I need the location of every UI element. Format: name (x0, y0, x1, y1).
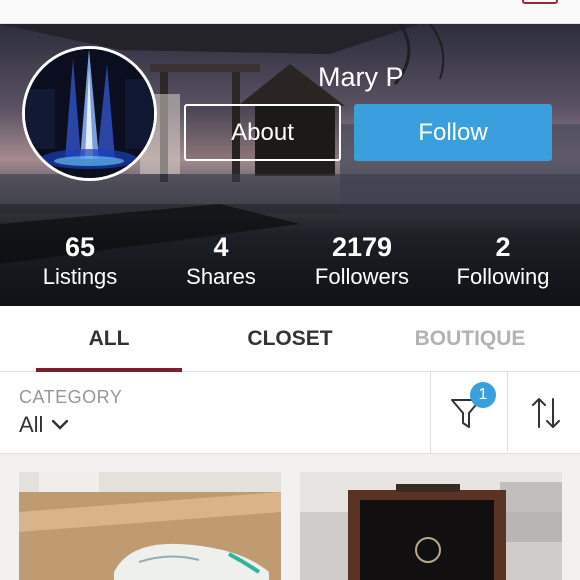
profile-cover: Mary P About Follow 65 Listings 4 Shares… (0, 24, 580, 306)
stat-following[interactable]: 2 Following (433, 232, 573, 291)
filter-count-badge: 1 (470, 382, 496, 408)
stat-label: Following (456, 264, 550, 289)
tab-closet[interactable]: CLOSET (215, 306, 365, 372)
filter-bar: CATEGORY All 1 (0, 372, 580, 454)
stat-value: 65 (64, 232, 96, 262)
stat-followers[interactable]: 2179 Followers (292, 232, 432, 291)
listing-grid (0, 454, 580, 580)
listing-photo (300, 472, 562, 580)
chevron-down-icon (52, 419, 69, 430)
stat-value: 2179 (331, 232, 393, 262)
tab-all[interactable]: ALL (36, 306, 182, 372)
top-bar (0, 0, 580, 24)
listing-photo (19, 472, 281, 580)
category-dropdown[interactable]: All (19, 412, 69, 438)
stat-label: Followers (314, 264, 410, 289)
profile-name: Mary P (318, 62, 404, 92)
divider (507, 372, 508, 454)
follow-button[interactable]: Follow (354, 104, 552, 161)
listing-card[interactable] (300, 472, 562, 580)
closet-tabs: ALL CLOSET BOUTIQUE (0, 306, 580, 372)
listing-card[interactable] (19, 472, 281, 580)
divider (430, 372, 431, 454)
category-label: CATEGORY (19, 387, 123, 407)
stat-value: 2 (495, 232, 511, 262)
profile-stats: 65 Listings 4 Shares 2179 Followers 2 Fo… (0, 232, 580, 292)
about-button[interactable]: About (184, 104, 341, 161)
tab-boutique[interactable]: BOUTIQUE (395, 306, 545, 372)
avatar[interactable] (22, 46, 157, 181)
stat-value: 4 (213, 232, 229, 262)
stat-label: Listings (42, 264, 118, 289)
stat-label: Shares (186, 264, 256, 289)
stat-shares[interactable]: 4 Shares (151, 232, 291, 291)
category-value: All (19, 412, 44, 437)
sort-arrows-icon[interactable] (530, 396, 562, 430)
menu-icon[interactable] (522, 0, 558, 4)
stat-listings[interactable]: 65 Listings (10, 232, 150, 291)
avatar-photo (25, 49, 154, 178)
